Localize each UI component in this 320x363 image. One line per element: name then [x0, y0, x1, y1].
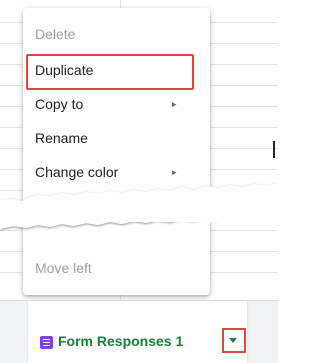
- submenu-arrow-icon: ▸: [172, 99, 177, 109]
- torn-edge-divider: [0, 183, 278, 229]
- menu-item-move-left[interactable]: Move left: [23, 252, 210, 284]
- menu-item-delete[interactable]: Delete: [23, 18, 210, 50]
- menu-item-label: Rename: [35, 130, 88, 146]
- sheet-tab-form-responses[interactable]: Form Responses 1: [28, 301, 247, 363]
- text-cursor: [273, 141, 275, 158]
- form-icon: [40, 336, 53, 349]
- menu-item-label: Delete: [35, 26, 76, 42]
- menu-item-label: Copy to: [35, 96, 84, 112]
- duplicate-highlight-box: [26, 54, 194, 90]
- menu-item-label: Move left: [35, 260, 92, 276]
- sheet-tab-label: Form Responses 1: [58, 333, 184, 349]
- menu-item-copy-to[interactable]: Copy to ▸: [23, 88, 210, 120]
- dropdown-highlight-box: [222, 328, 246, 353]
- sheet-context-menu: Delete Duplicate Copy to ▸ Rename Change…: [23, 8, 210, 295]
- menu-item-rename[interactable]: Rename: [23, 122, 210, 154]
